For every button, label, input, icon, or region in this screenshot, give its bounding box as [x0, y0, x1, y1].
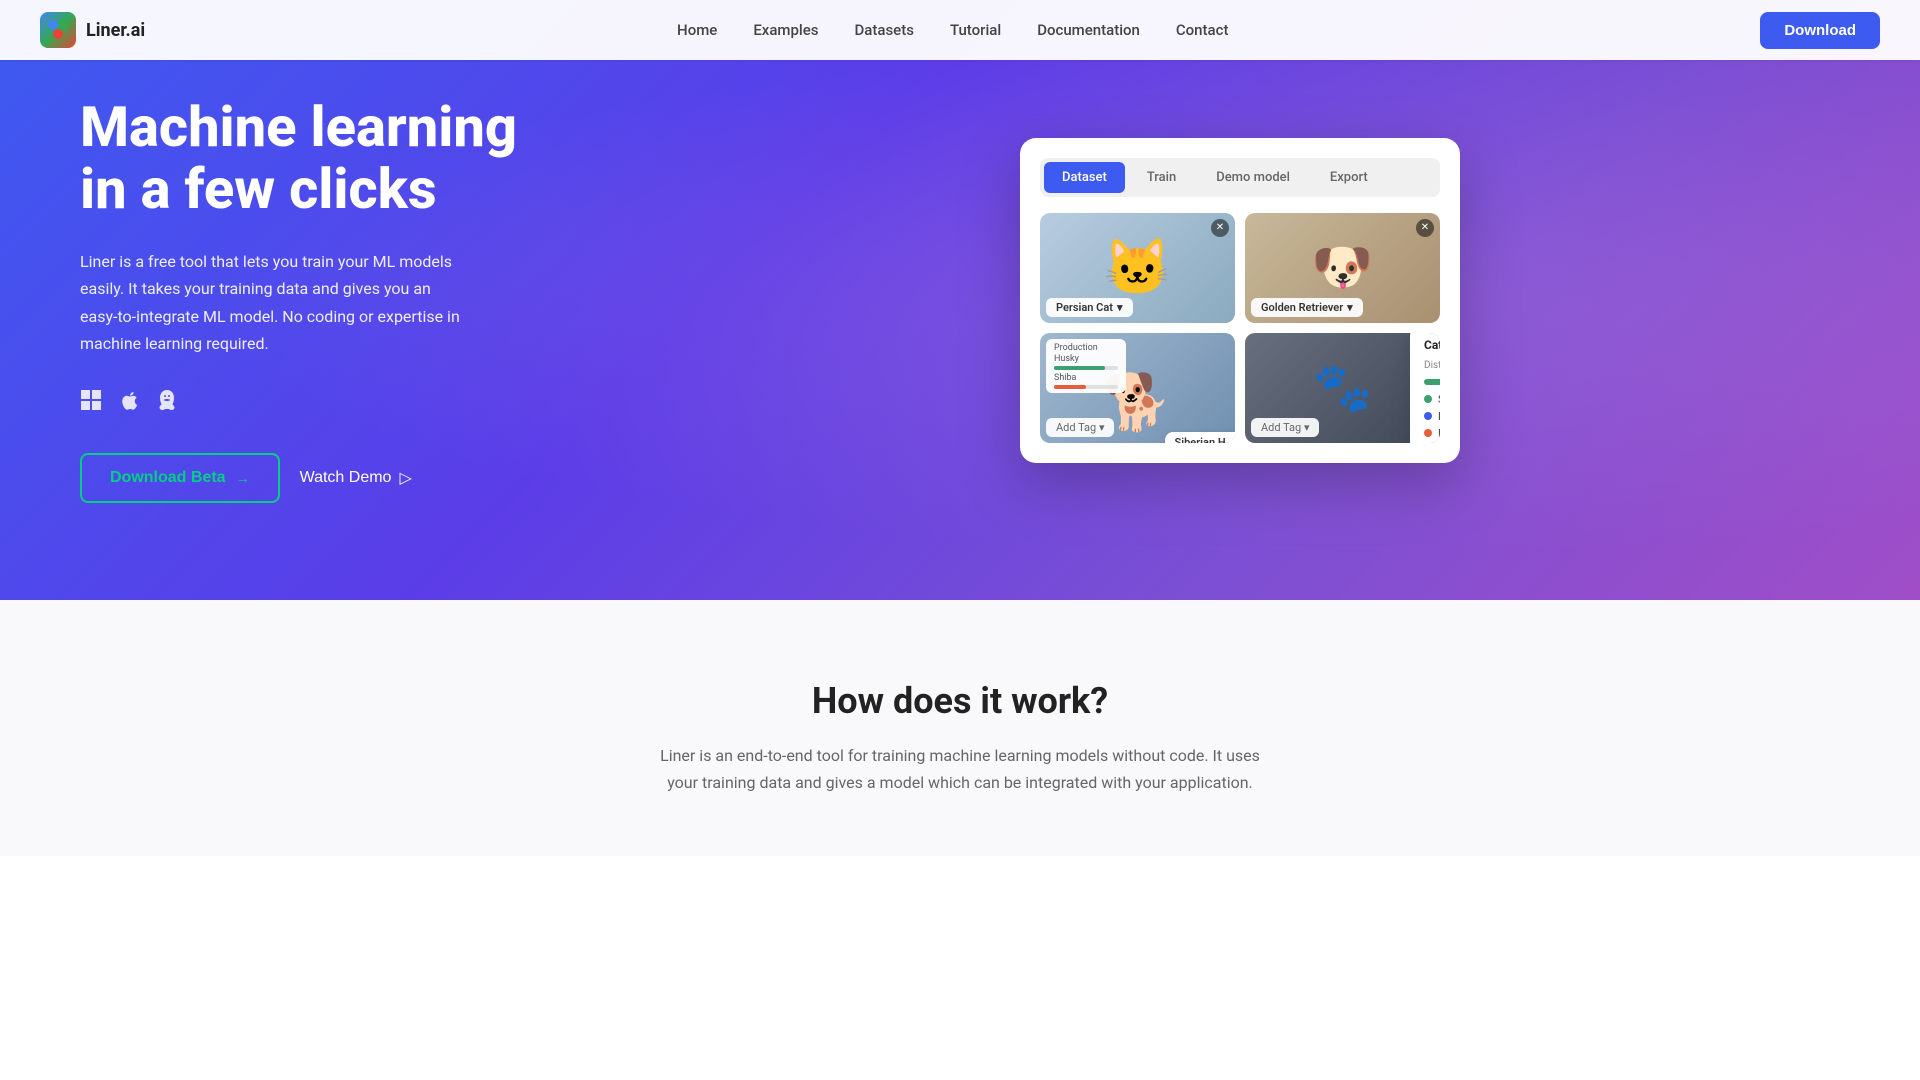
apple-icon — [118, 389, 140, 417]
how-title: How does it work? — [80, 680, 1840, 722]
card-addtag-husky[interactable]: Add Tag ▾ — [1046, 418, 1114, 437]
how-description: Liner is an end-to-end tool for training… — [660, 742, 1260, 796]
nav-contact[interactable]: Contact — [1176, 21, 1229, 39]
hero-section: Machine learning in a few clicks Liner i… — [0, 0, 1920, 600]
categories-subtitle: Distribution — [1424, 360, 1440, 371]
cat-row-persian: Persian Cat 27.4 % — [1424, 410, 1440, 423]
categories-popup: Categories Distribution Siberian Husky — [1410, 333, 1440, 443]
card-close-cat[interactable]: ✕ — [1211, 219, 1229, 237]
arrow-right-icon: → — [236, 470, 250, 486]
mockup-image-grid: 🐱 ✕ Persian Cat ▾ ▶ 🐶 ✕ Golden Retriever — [1040, 213, 1440, 443]
os-icons — [80, 389, 560, 417]
nav-tutorial[interactable]: Tutorial — [950, 21, 1001, 39]
cat-row-bengal: Bengal Cat 25.3 % — [1424, 427, 1440, 440]
distribution-bar — [1424, 379, 1440, 385]
card-siberian-husky: Production Husky Shiba 🐕 Add Tag ▾ Si — [1040, 333, 1235, 443]
dot-persian — [1424, 412, 1432, 420]
hero-actions: Download Beta → Watch Demo ▷ — [80, 453, 560, 503]
play-icon: ▷ — [399, 468, 411, 488]
mockup-tab-export[interactable]: Export — [1312, 162, 1386, 193]
card-addtag-blackdog[interactable]: Add Tag ▾ — [1251, 418, 1319, 437]
nav-home[interactable]: Home — [677, 21, 717, 39]
nav-links: Home Examples Datasets Tutorial Document… — [677, 21, 1228, 39]
brand-name: Liner.ai — [86, 20, 145, 41]
card-close-dog[interactable]: ✕ — [1416, 219, 1434, 237]
linux-icon — [156, 389, 178, 417]
card-persian-cat: 🐱 ✕ Persian Cat ▾ ▶ — [1040, 213, 1235, 323]
mockup-tab-train[interactable]: Train — [1129, 162, 1194, 193]
dot-husky — [1424, 395, 1432, 403]
app-mockup-window: Dataset Train Demo model Export 🐱 ✕ Pers… — [1020, 138, 1460, 463]
nav-documentation[interactable]: Documentation — [1037, 21, 1140, 39]
dot-bengal — [1424, 429, 1432, 437]
how-section: How does it work? Liner is an end-to-end… — [0, 600, 1920, 856]
windows-icon — [80, 389, 102, 417]
watch-demo-button[interactable]: Watch Demo ▷ — [300, 468, 412, 488]
mockup-tab-demo[interactable]: Demo model — [1198, 162, 1308, 193]
hero-title: Machine learning in a few clicks — [80, 97, 560, 220]
logo[interactable]: Liner.ai — [40, 12, 145, 48]
card-label-golden: Golden Retriever ▾ — [1251, 298, 1363, 317]
nav-examples[interactable]: Examples — [753, 21, 818, 39]
mockup-tabs: Dataset Train Demo model Export — [1040, 158, 1440, 197]
siberian-badge: Siberian H... — [1165, 432, 1235, 443]
card-golden-retriever: 🐶 ✕ Golden Retriever ▾ — [1245, 213, 1440, 323]
card-label-persian: Persian Cat ▾ — [1046, 298, 1133, 317]
mockup-tab-dataset[interactable]: Dataset — [1044, 162, 1125, 193]
cat-row-husky: Siberian Husky 38.2 % — [1424, 393, 1440, 406]
hero-description: Liner is a free tool that lets you train… — [80, 248, 460, 357]
nav-download-button[interactable]: Download — [1760, 12, 1880, 49]
card-black-dog: 🐾 Add Tag ▾ Categories Distribution — [1245, 333, 1440, 443]
navbar: Liner.ai Home Examples Datasets Tutorial… — [0, 0, 1920, 60]
hero-content: Machine learning in a few clicks Liner i… — [80, 97, 560, 503]
hero-mockup: Dataset Train Demo model Export 🐱 ✕ Pers… — [620, 138, 1860, 463]
categories-title: Categories — [1424, 338, 1440, 352]
download-beta-button[interactable]: Download Beta → — [80, 453, 280, 503]
production-badge: Production Husky Shiba — [1046, 339, 1126, 393]
logo-icon — [40, 12, 76, 48]
dist-seg-husky — [1424, 379, 1440, 385]
nav-datasets[interactable]: Datasets — [855, 21, 914, 39]
